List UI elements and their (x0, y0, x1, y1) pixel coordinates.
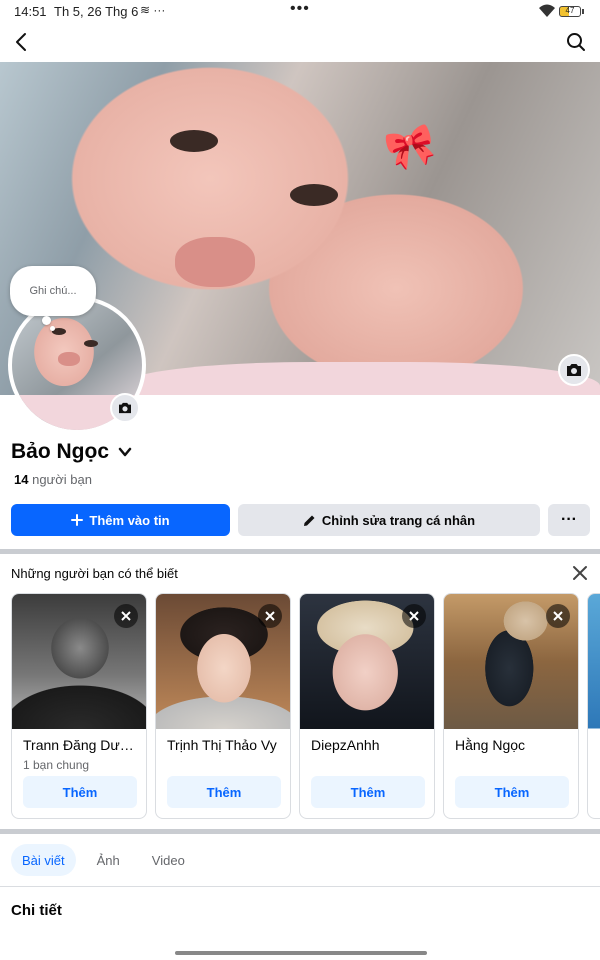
section-divider (0, 829, 600, 834)
add-friend-button[interactable]: Thêm (455, 776, 569, 808)
note-bubble-tail (42, 316, 51, 325)
edit-profile-label: Chỉnh sửa trang cá nhân (321, 512, 476, 528)
add-to-story-label: Thêm vào tin (89, 512, 170, 528)
pymk-title: Những người bạn có thể biết (11, 566, 178, 581)
tab-photos[interactable]: Ảnh (86, 844, 131, 876)
friends-count[interactable]: 14 người bạn (14, 472, 92, 487)
cover-photo-detail (290, 184, 338, 206)
bow-decoration: 🎀 (381, 120, 441, 176)
close-icon (409, 611, 419, 621)
status-date: Th 5, 26 Thg 6 (54, 4, 139, 19)
tab-posts[interactable]: Bài viết (11, 844, 76, 876)
wifi-icon (539, 4, 555, 17)
close-icon[interactable] (570, 563, 590, 583)
pymk-name[interactable]: Trann Đăng Dương (23, 737, 141, 753)
search-icon[interactable] (564, 30, 588, 54)
friends-label: người bạn (32, 472, 92, 487)
add-friend-button[interactable]: Thêm (167, 776, 281, 808)
tabs-divider (0, 886, 600, 887)
chevron-down-icon (118, 447, 132, 457)
plus-icon (71, 514, 84, 526)
status-center-dots: ••• (290, 0, 310, 17)
add-to-story-button[interactable]: Thêm vào tin (11, 504, 230, 536)
more-options-button[interactable]: ··· (548, 504, 590, 536)
edit-profile-button[interactable]: Chỉnh sửa trang cá nhân (238, 504, 540, 536)
cover-photo-detail (175, 237, 255, 287)
section-divider (0, 549, 600, 554)
profile-tabs: Bài viết Ảnh Video (11, 844, 196, 876)
add-friend-button[interactable]: Thêm (23, 776, 137, 808)
pymk-mutual-friends: 1 bạn chung (23, 758, 90, 772)
details-heading: Chi tiết (11, 902, 62, 919)
status-time: 14:51 (14, 4, 47, 19)
cover-photo-detail (170, 130, 218, 152)
battery-icon: 47 (559, 6, 584, 17)
pymk-card[interactable]: Trịnh Thị Thảo Vy Thêm (155, 593, 291, 819)
pymk-card[interactable]: Hằng Ngọc Thêm (443, 593, 579, 819)
add-friend-button[interactable]: Thêm (311, 776, 425, 808)
status-bar: 14:51 Th 5, 26 Thg 6 ≋ ··· ••• 47 (0, 0, 600, 24)
pymk-card[interactable]: Trann Đăng Dương 1 bạn chung Thêm (11, 593, 147, 819)
pencil-icon (303, 515, 315, 526)
note-bubble[interactable]: Ghi chú... (10, 266, 96, 316)
back-arrow-icon[interactable] (10, 30, 34, 54)
avatar-detail (58, 352, 80, 366)
close-icon (553, 611, 563, 621)
note-bubble-tail (50, 326, 55, 331)
camera-icon (119, 402, 131, 414)
status-notification-icons: ≋ ··· (140, 3, 166, 17)
pymk-name[interactable]: Hằng Ngọc (455, 737, 573, 753)
pymk-name[interactable]: Trịnh Thị Thảo Vy (167, 737, 285, 753)
dismiss-button[interactable] (114, 604, 138, 628)
pymk-card-partial[interactable] (587, 593, 600, 819)
camera-icon (567, 364, 581, 376)
dismiss-button[interactable] (546, 604, 570, 628)
friends-number: 14 (14, 472, 29, 487)
avatar-detail (84, 340, 98, 347)
home-indicator[interactable] (175, 951, 427, 955)
close-icon (121, 611, 131, 621)
edit-avatar-camera-button[interactable] (110, 393, 140, 423)
profile-name-row[interactable]: Bảo Ngọc (11, 440, 133, 464)
pymk-card[interactable]: DiepzAnhh Thêm (299, 593, 435, 819)
cover-photo-detail (120, 362, 600, 395)
dismiss-button[interactable] (402, 604, 426, 628)
dismiss-button[interactable] (258, 604, 282, 628)
top-navigation (0, 24, 600, 62)
close-icon (265, 611, 275, 621)
profile-name: Bảo Ngọc (11, 440, 110, 463)
tab-videos[interactable]: Video (141, 844, 196, 876)
pymk-name[interactable]: DiepzAnhh (311, 737, 429, 753)
edit-cover-camera-button[interactable] (558, 354, 590, 386)
